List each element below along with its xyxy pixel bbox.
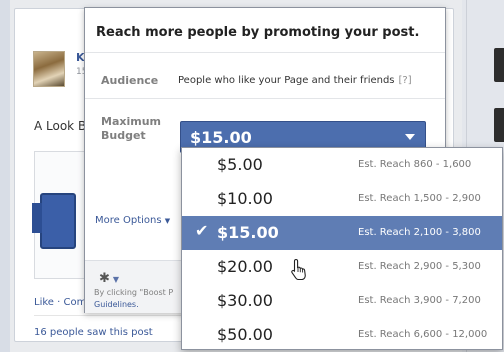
more-options-link[interactable]: More Options ▼	[95, 215, 170, 226]
attachment-image	[32, 193, 76, 249]
budget-label: Maximum Budget	[101, 115, 161, 142]
option-reach: Est. Reach 2,900 - 5,300	[358, 261, 481, 272]
row-divider	[85, 98, 445, 99]
left-column-background	[0, 0, 10, 352]
chevron-down-icon: ▼	[164, 217, 171, 225]
budget-dropdown-list: $5.00 Est. Reach 860 - 1,600 $10.00 Est.…	[181, 147, 503, 350]
row-divider	[85, 52, 445, 53]
footer-note-text: By clicking "Boost P	[94, 288, 174, 297]
chevron-down-icon: ▼	[112, 275, 120, 284]
gear-icon: ✱	[99, 271, 110, 286]
option-reach: Est. Reach 1,500 - 2,900	[358, 193, 481, 204]
audience-label: Audience	[101, 74, 159, 87]
gear-menu-button[interactable]: ✱ ▼	[99, 271, 119, 286]
sidebar-thumbnail[interactable]	[494, 48, 504, 82]
option-price: $10.00	[217, 189, 273, 208]
option-price: $15.00	[217, 223, 279, 242]
avatar[interactable]	[33, 51, 65, 87]
popup-title: Reach more people by promoting your post…	[96, 25, 420, 40]
budget-option-selected[interactable]: ✔ $15.00 Est. Reach 2,100 - 3,800	[182, 216, 502, 250]
budget-option[interactable]: $20.00 Est. Reach 2,900 - 5,300	[182, 250, 502, 284]
audience-value: People who like your Page and their frie…	[178, 75, 412, 86]
budget-option[interactable]: $10.00 Est. Reach 1,500 - 2,900	[182, 182, 502, 216]
option-reach: Est. Reach 3,900 - 7,200	[358, 295, 481, 306]
post-actions[interactable]: Like · Com	[34, 297, 86, 308]
budget-option[interactable]: $5.00 Est. Reach 860 - 1,600	[182, 148, 502, 182]
check-icon: ✔	[195, 221, 209, 240]
option-price: $5.00	[217, 155, 263, 174]
budget-selected-value: $15.00	[190, 128, 252, 147]
post-reach-count[interactable]: 16 people saw this post	[34, 327, 153, 338]
guidelines-link[interactable]: Guidelines.	[94, 300, 139, 309]
option-reach: Est. Reach 2,100 - 3,800	[358, 227, 481, 238]
caret-down-icon	[405, 134, 415, 140]
option-reach: Est. Reach 860 - 1,600	[358, 159, 472, 170]
option-price: $50.00	[217, 325, 273, 344]
post-text: A Look B	[34, 119, 87, 133]
budget-option[interactable]: $30.00 Est. Reach 3,900 - 7,200	[182, 284, 502, 318]
option-price: $30.00	[217, 291, 273, 310]
sidebar-thumbnail[interactable]	[494, 108, 504, 142]
more-options-label: More Options	[95, 215, 162, 226]
option-reach: Est. Reach 6,600 - 12,000	[358, 329, 488, 340]
hand-pointer-icon	[291, 258, 306, 280]
budget-option[interactable]: $50.00 Est. Reach 6,600 - 12,000	[182, 318, 502, 352]
audience-help-link[interactable]: [?]	[399, 75, 412, 86]
audience-text: People who like your Page and their frie…	[178, 75, 395, 86]
footer-note: By clicking "Boost P Guidelines.	[94, 287, 184, 311]
option-price: $20.00	[217, 257, 273, 276]
